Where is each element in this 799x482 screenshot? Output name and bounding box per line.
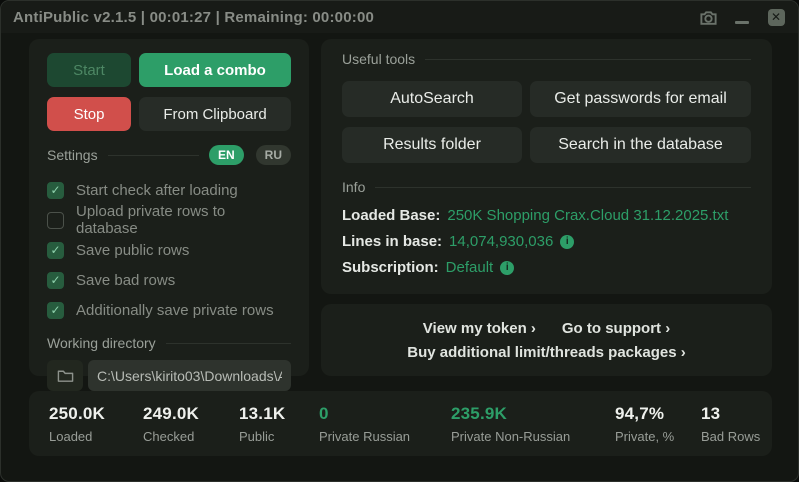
stat-public: 13.1K Public	[239, 404, 285, 444]
loaded-base-value: 250K Shopping Crax.Cloud 31.12.2025.txt	[447, 207, 728, 224]
divider	[166, 343, 291, 344]
useful-tools-header: Useful tools	[342, 51, 751, 67]
links-panel: View my token › Go to support › Buy addi…	[321, 304, 772, 376]
stat-private-percent: 94,7% Private, %	[615, 404, 674, 444]
stop-button[interactable]: Stop	[47, 97, 131, 131]
checkbox-additionally-save-private-rows[interactable]: Additionally save private rows	[47, 295, 291, 325]
stat-label: Checked	[143, 429, 199, 444]
checkbox-label: Additionally save private rows	[76, 302, 274, 319]
checkbox-icon[interactable]	[47, 182, 64, 199]
load-combo-button[interactable]: Load a combo	[139, 53, 291, 87]
working-directory-header: Working directory	[47, 335, 291, 351]
window-title: AntiPublic v2.1.5 | 00:01:27 | Remaining…	[13, 9, 698, 26]
info-circle-icon[interactable]: i	[560, 235, 574, 249]
settings-label: Settings	[47, 147, 98, 163]
info-header: Info	[342, 179, 751, 195]
language-toggle-en[interactable]: EN	[209, 145, 244, 165]
stat-value: 13	[701, 404, 760, 424]
stat-checked: 249.0K Checked	[143, 404, 199, 444]
go-to-support-link[interactable]: Go to support ›	[562, 320, 670, 337]
stat-loaded: 250.0K Loaded	[49, 404, 105, 444]
working-directory-label: Working directory	[47, 335, 156, 351]
loaded-base-label: Loaded Base:	[342, 207, 440, 224]
checkbox-icon[interactable]	[47, 272, 64, 289]
checkbox-label: Save bad rows	[76, 272, 175, 289]
settings-header: Settings EN RU	[47, 145, 291, 165]
working-directory-control	[47, 360, 291, 391]
titlebar[interactable]: AntiPublic v2.1.5 | 00:01:27 | Remaining…	[1, 1, 798, 33]
checkbox-icon[interactable]	[47, 212, 64, 229]
divider	[375, 187, 751, 188]
checkbox-label: Upload private rows to database	[76, 203, 291, 237]
stat-value: 250.0K	[49, 404, 105, 424]
lines-in-base-row: Lines in base: 14,074,930,036 i	[342, 233, 751, 250]
autosearch-button[interactable]: AutoSearch	[342, 81, 522, 117]
stats-bar: 250.0K Loaded 249.0K Checked 13.1K Publi…	[29, 391, 772, 456]
stat-label: Private Non-Russian	[451, 429, 570, 444]
stat-value: 235.9K	[451, 404, 570, 424]
info-circle-icon[interactable]: i	[500, 261, 514, 275]
view-my-token-link[interactable]: View my token ›	[423, 320, 536, 337]
stat-private-russian: 0 Private Russian	[319, 404, 410, 444]
stat-bad-rows: 13 Bad Rows	[701, 404, 760, 444]
stat-value: 0	[319, 404, 410, 424]
app-window: AntiPublic v2.1.5 | 00:01:27 | Remaining…	[0, 0, 799, 482]
info-label: Info	[342, 179, 365, 195]
close-icon[interactable]: ✕	[766, 7, 786, 27]
divider	[425, 59, 751, 60]
results-folder-button[interactable]: Results folder	[342, 127, 522, 163]
screenshot-camera-icon[interactable]	[698, 7, 718, 27]
browse-folder-button[interactable]	[47, 360, 83, 391]
checkbox-save-public-rows[interactable]: Save public rows	[47, 235, 291, 265]
lines-in-base-label: Lines in base:	[342, 233, 442, 250]
checkbox-icon[interactable]	[47, 302, 64, 319]
stat-private-non-russian: 235.9K Private Non-Russian	[451, 404, 570, 444]
minimize-icon[interactable]	[732, 7, 752, 27]
checkbox-save-bad-rows[interactable]: Save bad rows	[47, 265, 291, 295]
stat-label: Private, %	[615, 429, 674, 444]
subscription-label: Subscription:	[342, 259, 439, 276]
get-passwords-button[interactable]: Get passwords for email	[530, 81, 751, 117]
start-button[interactable]: Start	[47, 53, 131, 87]
useful-tools-label: Useful tools	[342, 51, 415, 67]
buy-packages-link[interactable]: Buy additional limit/threads packages ›	[407, 344, 685, 361]
control-panel: Start Load a combo Stop From Clipboard S…	[29, 39, 309, 376]
stat-label: Bad Rows	[701, 429, 760, 444]
stat-label: Loaded	[49, 429, 105, 444]
loaded-base-row: Loaded Base: 250K Shopping Crax.Cloud 31…	[342, 207, 751, 224]
subscription-row: Subscription: Default i	[342, 259, 751, 276]
checkbox-label: Start check after loading	[76, 182, 238, 199]
lines-in-base-value: 14,074,930,036	[449, 233, 553, 250]
folder-icon	[57, 368, 74, 383]
search-database-button[interactable]: Search in the database	[530, 127, 751, 163]
titlebar-controls: ✕	[698, 7, 786, 27]
checkbox-icon[interactable]	[47, 242, 64, 259]
stat-value: 94,7%	[615, 404, 674, 424]
checkbox-label: Save public rows	[76, 242, 189, 259]
language-toggle-ru[interactable]: RU	[256, 145, 291, 165]
stat-value: 249.0K	[143, 404, 199, 424]
subscription-value: Default	[446, 259, 494, 276]
tools-info-panel: Useful tools AutoSearch Get passwords fo…	[321, 39, 772, 294]
from-clipboard-button[interactable]: From Clipboard	[139, 97, 291, 131]
stat-value: 13.1K	[239, 404, 285, 424]
checkbox-upload-private-rows[interactable]: Upload private rows to database	[47, 205, 291, 235]
divider	[108, 155, 199, 156]
checkbox-start-check-after-loading[interactable]: Start check after loading	[47, 175, 291, 205]
stat-label: Public	[239, 429, 285, 444]
stat-label: Private Russian	[319, 429, 410, 444]
working-directory-input[interactable]	[88, 360, 291, 391]
